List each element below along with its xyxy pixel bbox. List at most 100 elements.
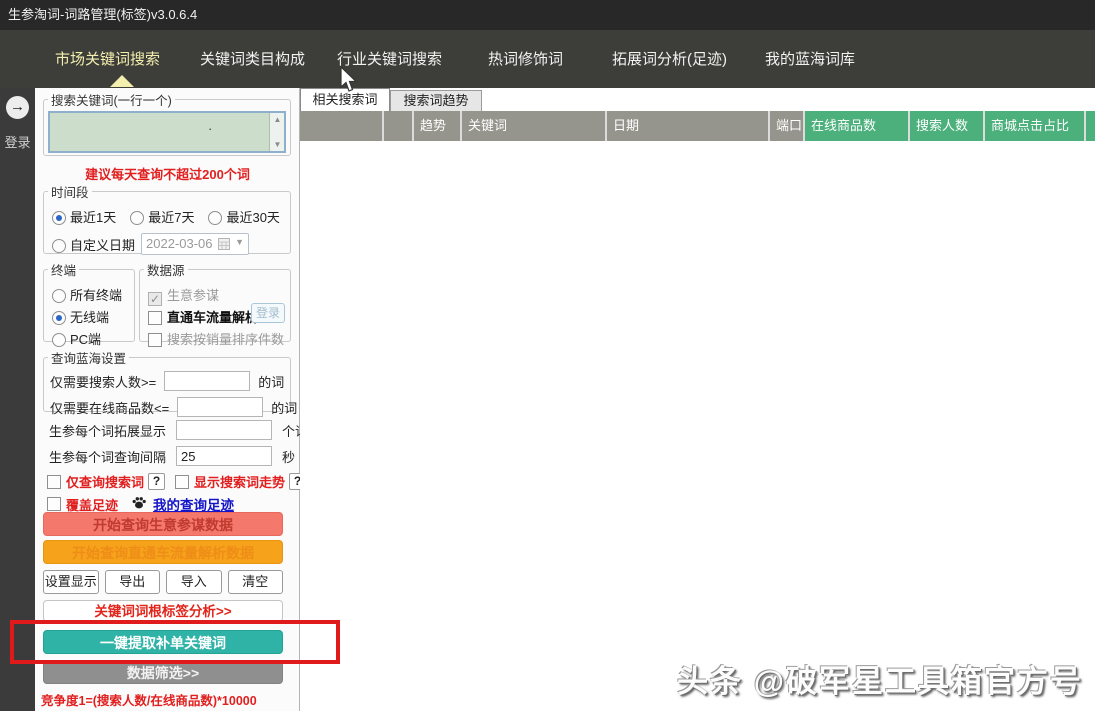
radio-last-7-days-label: 最近7天 (148, 210, 195, 225)
col-mall-click-ratio[interactable]: 商城点击占比 (985, 111, 1084, 141)
max-products-suffix: 的词 (271, 400, 298, 416)
radio-last-30-days[interactable]: 最近30天 (208, 207, 280, 226)
col-selector[interactable] (300, 111, 382, 141)
query-interval-input[interactable]: 25 (176, 446, 273, 466)
query-interval-suffix: 秒 (282, 449, 296, 465)
watermark-text: 头条 @破军星工具箱官方号 (677, 664, 1083, 699)
mouse-cursor-icon (338, 65, 358, 99)
expand-display-label: 生参每个词拓展显示 (49, 423, 167, 439)
scroll-up-icon[interactable]: ▲ (270, 115, 285, 124)
login-label[interactable]: 登录 (0, 132, 35, 151)
date-dropdown-icon[interactable]: ▼ (235, 237, 244, 247)
col-date[interactable]: 日期 (607, 111, 768, 141)
keyword-group: 搜索关键词(一行一个) · ▲ ▼ (43, 90, 291, 156)
min-searchers-suffix: 的词 (258, 374, 285, 390)
max-products-label: 仅需要在线商品数<= (50, 400, 170, 416)
radio-icon[interactable] (52, 238, 66, 253)
radio-wireless-label: 无线端 (70, 310, 110, 325)
export-button[interactable]: 导出 (104, 570, 160, 594)
col-index[interactable] (384, 111, 412, 141)
login-arrow-icon[interactable]: → (6, 96, 29, 119)
cover-footprint-label: 覆盖足迹 (66, 497, 119, 513)
results-grid-body[interactable] (300, 141, 1095, 711)
daily-limit-tip: 建议每天查询不超过200个词 (85, 167, 250, 182)
query-shengyi-button[interactable]: 开始查询生意参谋数据 (43, 512, 283, 536)
checkbox-icon[interactable] (148, 333, 162, 347)
radio-last-1-day-label: 最近1天 (70, 210, 117, 225)
display-settings-button[interactable]: 设置显示 (43, 570, 99, 594)
col-online-products[interactable]: 在线商品数 (805, 111, 908, 141)
datasource-group: 数据源 生意参谋 直通车流量解析 登录 搜索按销量排序件数 (139, 260, 291, 347)
textarea-scrollbar[interactable]: ▲ ▼ (269, 113, 284, 151)
date-picker[interactable]: 2022-03-06 ▼ (141, 233, 250, 255)
nav-tab-market-keyword-search[interactable]: 市场关键词搜索 (55, 48, 160, 69)
min-searchers-label: 仅需要搜索人数>= (50, 374, 157, 390)
query-zhitongche-button[interactable]: 开始查询直通车流量解析数据 (43, 540, 283, 564)
calendar-icon[interactable] (218, 238, 231, 253)
datasource-legend: 数据源 (147, 264, 185, 278)
radio-icon[interactable] (52, 211, 66, 225)
checkbox-shengyi-canmou[interactable]: 生意参谋 (148, 285, 219, 306)
terminal-group: 终端 所有终端 无线端 PC端 (43, 260, 135, 347)
radio-pc-label: PC端 (70, 332, 102, 347)
col-keyword[interactable]: 关键词 (462, 111, 605, 141)
radio-icon[interactable] (208, 211, 223, 225)
time-range-legend: 时间段 (51, 186, 89, 200)
window-title: 生参淘词-词路管理(标签)v3.0.6.4 (0, 0, 1095, 30)
checkbox-cover-footprint[interactable] (47, 497, 61, 511)
checkbox-shengyi-label: 生意参谋 (167, 288, 220, 303)
keyword-textarea[interactable]: · ▲ ▼ (48, 111, 286, 153)
expand-display-input[interactable] (176, 420, 273, 440)
checkbox-icon[interactable] (148, 292, 162, 306)
radio-custom-date-label: 自定义日期 (70, 237, 136, 253)
nav-tab-keyword-category[interactable]: 关键词类目构成 (200, 48, 305, 69)
radio-wireless[interactable]: 无线端 (52, 307, 109, 326)
radio-all-terminals[interactable]: 所有终端 (52, 285, 122, 304)
max-products-input[interactable] (177, 397, 264, 417)
nav-tab-hot-modifier-words[interactable]: 热词修饰词 (488, 48, 563, 69)
tab-search-word-trend[interactable]: 搜索词趋势 (390, 90, 482, 111)
radio-all-terminals-label: 所有终端 (70, 288, 123, 303)
query-interval-label: 生参每个词查询间隔 (49, 449, 167, 465)
radio-custom-date[interactable]: 自定义日期 (52, 235, 135, 254)
help-button-1[interactable]: ? (148, 473, 166, 490)
radio-icon[interactable] (130, 211, 145, 225)
col-searchers[interactable]: 搜索人数 (910, 111, 983, 141)
radio-pc[interactable]: PC端 (52, 329, 101, 348)
nav-tab-expand-word-analysis[interactable]: 拓展词分析(足迹) (612, 48, 727, 69)
radio-last-7-days[interactable]: 最近7天 (130, 207, 194, 226)
checkbox-only-search-words[interactable] (47, 474, 61, 489)
import-button[interactable]: 导入 (166, 570, 222, 594)
my-footprint-link[interactable]: 我的查询足迹 (153, 494, 234, 514)
radio-icon[interactable] (52, 289, 66, 303)
min-searchers-input[interactable] (164, 371, 251, 391)
main-nav: 市场关键词搜索 关键词类目构成 行业关键词搜索 热词修饰词 拓展词分析(足迹) … (0, 30, 1095, 88)
bluesea-settings-group: 查询蓝海设置 仅需要搜索人数>= 的词 仅需要在线商品数<= 的词 (43, 348, 297, 417)
radio-last-1-day[interactable]: 最近1天 (52, 207, 116, 226)
keyword-group-legend: 搜索关键词(一行一个) (51, 94, 172, 108)
col-port[interactable]: 端口 (770, 111, 803, 141)
show-trend-label: 显示搜索词走势 (194, 475, 286, 490)
root-tag-analysis-button[interactable]: 关键词词根标签分析>> (43, 600, 283, 622)
radio-last-30-days-label: 最近30天 (226, 210, 280, 225)
time-range-group: 时间段 最近1天 最近7天 最近30天 自定义日期 2022-03-06 ▼ (43, 182, 291, 255)
checkbox-show-trend[interactable] (175, 474, 190, 489)
col-trend[interactable]: 趋势 (414, 111, 460, 141)
checkbox-sort-by-sales[interactable]: 搜索按销量排序件数 (148, 329, 284, 348)
only-search-words-label: 仅查询搜索词 (66, 475, 145, 490)
footprint-icon (132, 495, 147, 513)
results-tabstrip: 相关搜索词 搜索词趋势 (300, 88, 1095, 111)
checkbox-icon[interactable] (148, 311, 162, 325)
radio-icon[interactable] (52, 333, 66, 347)
checkbox-zhitongche[interactable]: 直通车流量解析 (148, 307, 258, 326)
radio-icon[interactable] (52, 311, 66, 325)
nav-tab-my-bluesea-words[interactable]: 我的蓝海词库 (765, 48, 855, 69)
col-partial[interactable] (1086, 111, 1095, 141)
date-picker-value: 2022-03-06 (146, 236, 213, 251)
zhitongche-login-button[interactable]: 登录 (251, 303, 285, 323)
clear-button[interactable]: 清空 (227, 570, 283, 594)
scroll-down-icon[interactable]: ▼ (270, 140, 285, 149)
terminal-legend: 终端 (51, 264, 77, 278)
annotation-highlight-rect (10, 620, 340, 664)
competition-formula-text: 竞争度1=(搜索人数/在线商品数)*10000 (41, 694, 257, 708)
